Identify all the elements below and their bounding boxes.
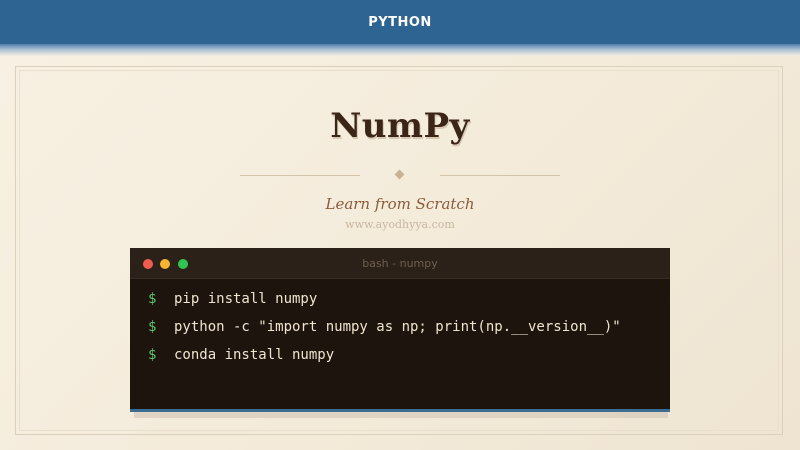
- divider-left: [240, 175, 360, 176]
- terminal-body: $ pip install numpy $ python -c "import nu…: [148, 288, 658, 372]
- terminal-window: bash - numpy $ pip install numpy $ python …: [130, 248, 670, 412]
- command-line: $ python -c "import numpy as np; print(np…: [148, 316, 658, 344]
- divider-right: [440, 175, 560, 176]
- website-url: www.ayodhyya.com: [345, 218, 455, 231]
- page-title: NumPy: [330, 106, 470, 146]
- terminal-title: bash - numpy: [362, 257, 438, 270]
- prompt-symbol: $: [148, 291, 157, 307]
- command-line: $ pip install numpy: [148, 288, 658, 316]
- command-text: conda install numpy: [174, 347, 335, 363]
- prompt-symbol: $: [148, 319, 157, 335]
- header-category-label: PYTHON: [368, 14, 432, 30]
- top-header-bar: PYTHON: [0, 0, 800, 44]
- command-text: pip install numpy: [174, 291, 318, 307]
- page-subtitle: Learn from Scratch: [325, 195, 475, 213]
- header-shade: [0, 44, 800, 56]
- terminal-titlebar: bash - numpy: [130, 248, 670, 279]
- command-line: $ conda install numpy: [148, 344, 658, 372]
- command-text: python -c "import numpy as np; print(np.…: [174, 319, 621, 335]
- prompt-symbol: $: [148, 347, 157, 363]
